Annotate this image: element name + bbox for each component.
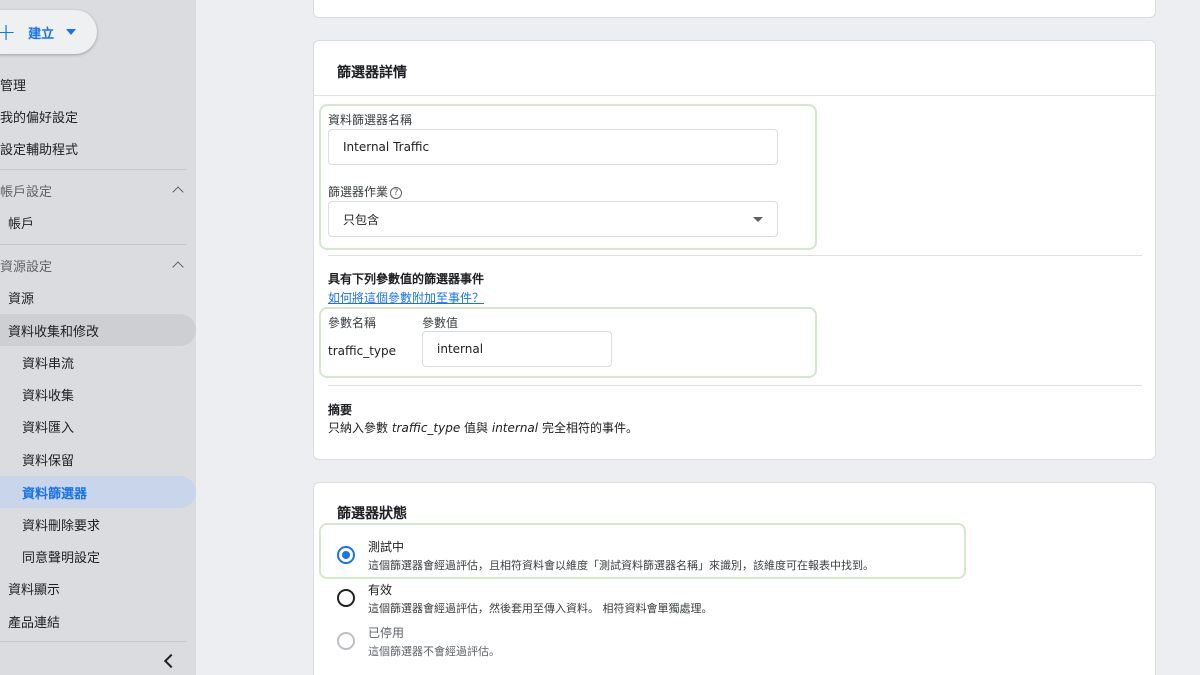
sidebar-section-label: 帳戶設定	[0, 184, 53, 200]
sidebar-item-label: 資料串流	[22, 356, 75, 372]
sidebar-item-admin[interactable]: 管理	[0, 68, 196, 100]
status-radio-active[interactable]	[337, 589, 355, 607]
sidebar-item-data-filters[interactable]: 資料篩選器	[0, 476, 196, 508]
sidebar-item-label: 管理	[0, 78, 27, 94]
sidebar-item-setup-assistant[interactable]: 設定輔助程式	[0, 132, 196, 164]
sidebar: + 建立 管理 我的偏好設定 設定輔助程式 帳戶設定 帳戶 資源設定 資源 資料…	[0, 0, 196, 675]
params-heading: 具有下列參數值的篩選器事件	[328, 272, 485, 286]
sidebar-item-label: 資源	[8, 291, 35, 307]
params-help-link[interactable]: 如何將這個參數附加至事件？	[328, 289, 484, 306]
filter-operation-select[interactable]: 只包含	[328, 201, 778, 237]
filter-status-card: 篩選器狀態 測試中 這個篩選器會經過評估，且相符資料會以維度「測試資料篩選器名稱…	[313, 482, 1156, 675]
sidebar-item-preferences[interactable]: 我的偏好設定	[0, 100, 196, 132]
sidebar-divider	[0, 641, 186, 642]
status-option-title: 有效	[368, 583, 393, 597]
sidebar-item-property[interactable]: 資源	[0, 281, 196, 313]
sidebar-item-label: 資料篩選器	[22, 486, 88, 502]
chevron-up-icon	[172, 186, 184, 198]
filter-name-input[interactable]: Internal Traffic	[328, 129, 778, 165]
sidebar-section-account-settings[interactable]: 帳戶設定	[0, 174, 196, 206]
summary-value: internal	[491, 421, 539, 435]
filter-operation-value: 只包含	[343, 212, 380, 227]
sidebar-item-label: 資料匯入	[22, 420, 75, 436]
sidebar-item-consent-settings[interactable]: 同意聲明設定	[0, 540, 196, 572]
sidebar-section-property-settings[interactable]: 資源設定	[0, 249, 196, 281]
caret-down-icon	[753, 217, 763, 222]
chevron-left-icon[interactable]	[163, 653, 179, 669]
status-option-desc: 這個篩選器會經過評估，且相符資料會以維度「測試資料篩選器名稱」來識別，該維度可在…	[368, 559, 874, 572]
filter-name-label: 資料篩選器名稱	[328, 113, 413, 127]
sidebar-section-label: 資源設定	[0, 259, 53, 275]
status-option-desc: 這個篩選器不會經過評估。	[368, 645, 500, 658]
summary-prefix: 只納入參數	[328, 421, 392, 435]
card-title: 篩選器狀態	[337, 506, 407, 522]
sidebar-item-account[interactable]: 帳戶	[0, 206, 196, 238]
filter-operation-label-text: 篩選器作業	[328, 185, 389, 199]
sidebar-item-label: 資料顯示	[8, 582, 61, 598]
sidebar-item-label: 同意聲明設定	[22, 550, 101, 566]
plus-icon: +	[0, 18, 17, 46]
sidebar-item-data-collection[interactable]: 資料收集	[0, 378, 196, 410]
help-icon[interactable]: ?	[390, 186, 403, 199]
status-radio-testing[interactable]	[337, 546, 355, 564]
sidebar-item-label: 資料收集	[22, 388, 75, 404]
sidebar-item-data-deletion-requests[interactable]: 資料刪除要求	[0, 508, 196, 540]
status-option-desc: 這個篩選器會經過評估，然後套用至傳入資料。 相符資料會單獨處理。	[368, 602, 713, 615]
section-divider	[328, 255, 1142, 256]
param-value-header: 參數值	[422, 316, 459, 330]
sidebar-item-label: 資料刪除要求	[22, 518, 101, 534]
param-name-header: 參數名稱	[328, 316, 377, 330]
sidebar-item-label: 我的偏好設定	[0, 110, 79, 126]
status-option-title: 測試中	[368, 540, 405, 554]
sidebar-item-label: 資料保留	[22, 453, 75, 469]
param-value-input[interactable]: internal	[422, 331, 612, 367]
sidebar-item-data-import[interactable]: 資料匯入	[0, 410, 196, 442]
summary-suffix: 完全相符的事件。	[538, 421, 638, 435]
status-radio-inactive[interactable]	[337, 632, 355, 650]
caret-down-icon	[66, 29, 77, 35]
sidebar-item-data-retention[interactable]: 資料保留	[0, 443, 196, 475]
card-title: 篩選器詳情	[337, 65, 407, 81]
create-button-label: 建立	[28, 26, 55, 42]
status-option-title: 已停用	[368, 626, 405, 640]
summary-heading: 摘要	[328, 403, 353, 417]
summary-param: traffic_type	[391, 421, 461, 435]
section-divider	[328, 385, 1142, 386]
sidebar-divider	[0, 244, 186, 245]
param-name-value: traffic_type	[328, 344, 396, 358]
sidebar-item-label: 產品連結	[8, 615, 61, 631]
sidebar-divider	[0, 169, 186, 170]
chevron-up-icon	[172, 261, 184, 273]
sidebar-item-label: 資料收集和修改	[8, 324, 100, 340]
sidebar-item-data-streams[interactable]: 資料串流	[0, 346, 196, 378]
sidebar-item-label: 帳戶	[8, 216, 35, 232]
sidebar-item-product-links[interactable]: 產品連結	[0, 605, 196, 637]
previous-card	[313, 0, 1156, 18]
sidebar-item-data-display[interactable]: 資料顯示	[0, 572, 196, 604]
summary-mid: 值與	[460, 421, 492, 435]
filter-details-card: 篩選器詳情 資料篩選器名稱 Internal Traffic 篩選器作業? 只包…	[313, 40, 1157, 460]
summary-text: 只納入參數 traffic_type 值與 internal 完全相符的事件。	[328, 419, 638, 436]
sidebar-item-data-collection-modification[interactable]: 資料收集和修改	[0, 314, 196, 346]
filter-operation-label: 篩選器作業?	[328, 183, 403, 200]
sidebar-item-label: 設定輔助程式	[0, 142, 79, 158]
create-button[interactable]: + 建立	[0, 10, 97, 54]
card-divider	[314, 95, 1157, 96]
